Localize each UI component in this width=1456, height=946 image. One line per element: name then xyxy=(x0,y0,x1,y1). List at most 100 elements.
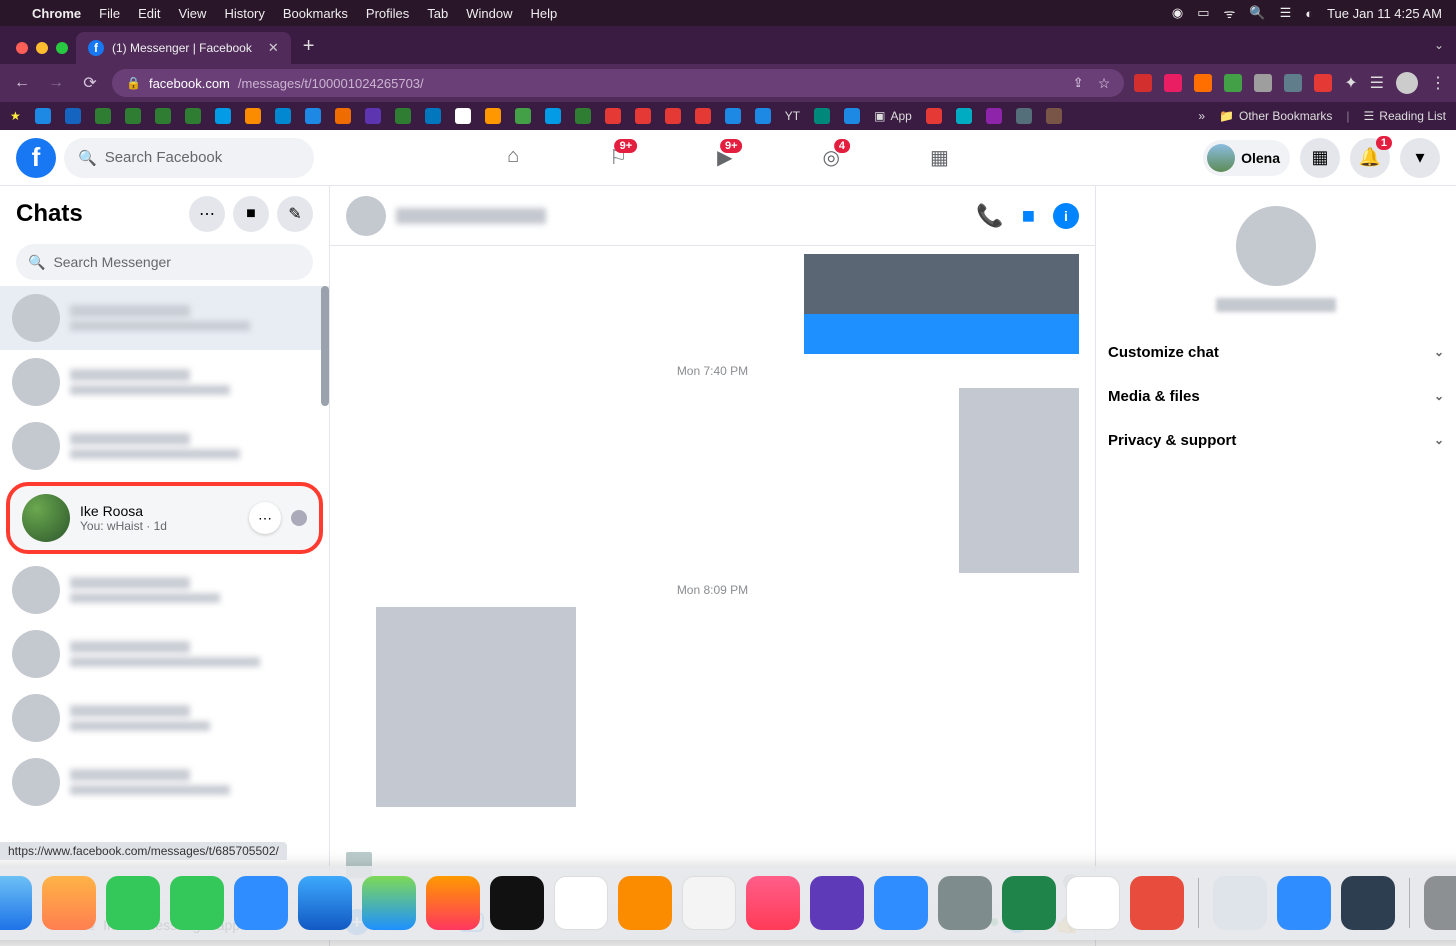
nav-pages[interactable]: ⚐9+ xyxy=(609,145,627,170)
bookmark-item[interactable] xyxy=(365,108,381,124)
avatar[interactable] xyxy=(1236,206,1316,286)
chat-list-item[interactable] xyxy=(0,686,329,750)
reading-list-icon[interactable]: ☰ xyxy=(1370,73,1384,93)
new-message-button[interactable]: ✎ xyxy=(277,196,313,232)
menubar-item[interactable]: Tab xyxy=(427,6,448,21)
menubar-item[interactable]: Help xyxy=(531,6,558,21)
bookmark-item[interactable] xyxy=(125,108,141,124)
voice-call-button[interactable]: 📞 xyxy=(976,203,1003,229)
extensions-button[interactable]: ✦ xyxy=(1344,73,1357,93)
bookmark-item[interactable] xyxy=(275,108,291,124)
details-option-customize[interactable]: Customize chat ⌄ xyxy=(1108,330,1444,374)
address-bar[interactable]: 🔒 facebook.com/messages/t/10000102426570… xyxy=(112,69,1124,97)
bookmark-item[interactable] xyxy=(575,108,591,124)
bookmark-item[interactable] xyxy=(335,108,351,124)
menubar-app-name[interactable]: Chrome xyxy=(32,6,81,21)
bookmark-item[interactable] xyxy=(986,108,1002,124)
other-bookmarks-folder[interactable]: 📁Other Bookmarks xyxy=(1219,109,1332,123)
share-icon[interactable]: ⇪ xyxy=(1073,75,1084,91)
chat-list-item[interactable] xyxy=(0,414,329,478)
new-tab-button[interactable]: + xyxy=(291,35,327,64)
browser-tab[interactable]: f (1) Messenger | Facebook ✕ xyxy=(76,32,291,64)
bookmark-item[interactable]: ★ xyxy=(10,109,21,123)
facebook-logo[interactable]: f xyxy=(16,138,56,178)
bookmark-item[interactable] xyxy=(1016,108,1032,124)
extension-icon[interactable] xyxy=(1134,74,1152,92)
bookmark-item[interactable] xyxy=(245,108,261,124)
menu-grid-button[interactable]: ▦ xyxy=(1300,138,1340,178)
bookmark-item[interactable] xyxy=(425,108,441,124)
avatar[interactable] xyxy=(346,196,386,236)
sticker-button[interactable]: ✦ xyxy=(420,909,446,935)
nav-home[interactable]: ⌂ xyxy=(507,145,519,170)
bookmark-item[interactable] xyxy=(545,108,561,124)
chat-list-item[interactable] xyxy=(0,350,329,414)
account-dropdown-button[interactable]: ▾ xyxy=(1400,138,1440,178)
window-zoom-button[interactable] xyxy=(56,42,68,54)
bookmark-item[interactable] xyxy=(926,108,942,124)
new-video-call-button[interactable]: ■ xyxy=(233,196,269,232)
menubar-clock[interactable]: Tue Jan 11 4:25 AM xyxy=(1327,6,1442,21)
extension-icon[interactable] xyxy=(1224,74,1242,92)
menubar-item[interactable]: Bookmarks xyxy=(283,6,348,21)
menubar-item[interactable]: Edit xyxy=(138,6,160,21)
chat-list-item-highlighted[interactable]: Ike Roosa You: wHaist · 1d ⋯ xyxy=(6,482,323,554)
bookmark-item[interactable] xyxy=(814,108,830,124)
bookmark-item[interactable] xyxy=(305,108,321,124)
messages-area[interactable]: Mon 7:40 PM Mon 8:09 PM xyxy=(330,246,1095,898)
bookmark-item[interactable] xyxy=(215,108,231,124)
bookmark-item[interactable] xyxy=(755,108,771,124)
bookmark-item-yt[interactable]: YT xyxy=(785,109,800,123)
chats-options-button[interactable]: ⋯ xyxy=(189,196,225,232)
scrollbar-thumb[interactable] xyxy=(321,286,329,406)
install-messenger-button[interactable]: ⤓ Install Messenger app xyxy=(0,902,329,946)
siri-icon[interactable]: ◐ xyxy=(1305,6,1313,21)
bookmark-item[interactable] xyxy=(695,108,711,124)
extension-icon[interactable] xyxy=(1254,74,1272,92)
chat-list-item[interactable] xyxy=(0,558,329,622)
menubar-item[interactable]: File xyxy=(99,6,120,21)
bookmark-item[interactable] xyxy=(665,108,681,124)
extension-icon[interactable] xyxy=(1314,74,1332,92)
battery-icon[interactable]: ▭ xyxy=(1197,5,1209,21)
lock-icon[interactable]: 🔒 xyxy=(126,76,141,90)
chat-list-item[interactable] xyxy=(0,286,329,350)
chat-list[interactable]: Ike Roosa You: wHaist · 1d ⋯ xyxy=(0,286,329,902)
bookmark-item[interactable] xyxy=(844,108,860,124)
tabs-dropdown-icon[interactable]: ⌄ xyxy=(1434,38,1444,52)
chrome-profile-avatar[interactable] xyxy=(1396,72,1418,94)
bookmark-item[interactable] xyxy=(725,108,741,124)
bookmark-item[interactable] xyxy=(1046,108,1062,124)
bookmark-item[interactable] xyxy=(455,108,471,124)
notifications-button[interactable]: 🔔1 xyxy=(1350,138,1390,178)
bookmark-item[interactable] xyxy=(515,108,531,124)
conversation-info-button[interactable]: i xyxy=(1053,203,1079,229)
bookmark-item[interactable] xyxy=(485,108,501,124)
fb-search-input[interactable]: 🔍 Search Facebook xyxy=(64,138,314,178)
bookmark-item[interactable] xyxy=(956,108,972,124)
attach-photo-button[interactable]: ▣ xyxy=(382,909,408,935)
message-media[interactable] xyxy=(804,254,1079,354)
menubar-item[interactable]: History xyxy=(224,6,264,21)
bookmark-item[interactable] xyxy=(635,108,651,124)
gif-button[interactable]: GIF xyxy=(458,912,484,932)
bookmark-folder-app[interactable]: ▣App xyxy=(874,109,912,123)
bookmark-item[interactable] xyxy=(605,108,621,124)
details-option-privacy[interactable]: Privacy & support ⌄ xyxy=(1108,418,1444,462)
menubar-item[interactable]: Window xyxy=(466,6,512,21)
nav-groups[interactable]: ◎4 xyxy=(823,145,840,170)
reading-list-button[interactable]: ☰Reading List xyxy=(1364,109,1446,123)
video-call-button[interactable]: ■ xyxy=(1022,203,1035,229)
details-option-media[interactable]: Media & files ⌄ xyxy=(1108,374,1444,418)
chrome-menu-button[interactable]: ⋮ xyxy=(1430,73,1446,93)
message-media[interactable] xyxy=(959,388,1079,573)
menubar-item[interactable]: Profiles xyxy=(366,6,409,21)
emoji-picker-button[interactable]: ☺ xyxy=(1006,911,1028,933)
messenger-search-input[interactable]: 🔍 Search Messenger xyxy=(16,244,313,280)
message-media[interactable] xyxy=(376,607,576,807)
tab-close-button[interactable]: ✕ xyxy=(268,40,279,56)
spotlight-icon[interactable]: 🔍 xyxy=(1249,5,1265,21)
bookmark-item[interactable] xyxy=(185,108,201,124)
screen-record-icon[interactable]: ◉ xyxy=(1172,5,1183,21)
composer-more-button[interactable]: + xyxy=(344,909,370,935)
